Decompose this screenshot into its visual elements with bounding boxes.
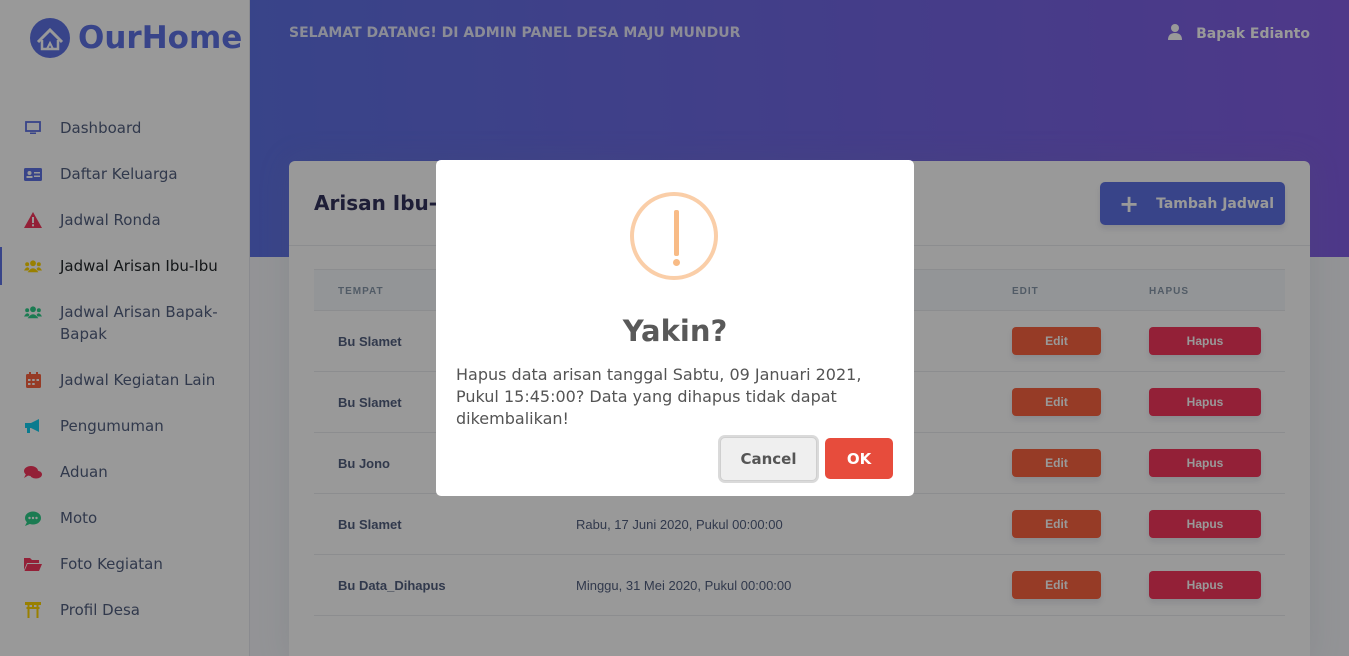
dialog-message: Hapus data arisan tanggal Sabtu, 09 Janu… [456,365,862,428]
cancel-button[interactable]: Cancel [720,437,817,481]
dialog-title: Yakin? [622,314,728,348]
warning-icon [630,192,718,280]
ok-button[interactable]: OK [825,438,893,479]
confirm-dialog: Yakin? Hapus data arisan tanggal Sabtu, … [436,160,914,496]
